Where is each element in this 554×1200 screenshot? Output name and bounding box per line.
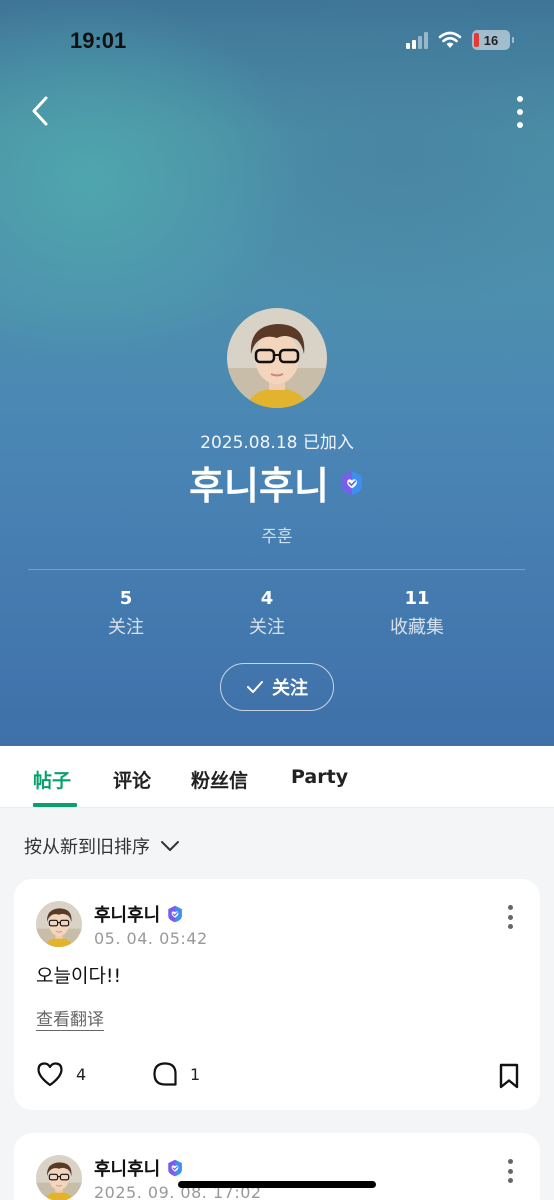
follow-button-label: 关注 [272, 678, 308, 699]
profile-name-row: 후니후니 [0, 455, 554, 510]
avatar[interactable] [36, 1155, 82, 1200]
heart-icon [37, 1062, 63, 1087]
post-author-name: 후니후니 [94, 1159, 161, 1180]
cellular-signal-icon [406, 31, 428, 49]
post-card[interactable]: 후니후니 05. 04. 05:42 오늘이다!! 查看翻译 4 1 [14, 879, 540, 1110]
stat-label: 关注 [249, 617, 285, 638]
comment-icon [153, 1062, 177, 1086]
tab-fan-letters[interactable]: 粉丝信 [191, 766, 248, 793]
profile-avatar [227, 308, 327, 408]
dot [517, 96, 523, 102]
dot [517, 122, 523, 128]
tab-party[interactable]: Party [291, 766, 348, 788]
stat-number: 5 [119, 588, 133, 609]
active-tab-indicator [33, 803, 77, 807]
dot [507, 905, 513, 910]
divider [28, 569, 525, 570]
like-count: 4 [76, 1064, 87, 1084]
bookmark-icon [499, 1063, 519, 1089]
dot [507, 1178, 513, 1183]
dot [507, 914, 513, 920]
more-options-button[interactable] [512, 96, 528, 128]
post-card[interactable]: 후니후니 2025. 09. 08. 17:02 [14, 1133, 540, 1200]
status-time: 19:01 [70, 28, 127, 53]
status-icons: 16 [406, 30, 514, 50]
comment-count: 1 [190, 1064, 201, 1084]
tab-comments[interactable]: 评论 [113, 766, 151, 793]
chevron-left-icon [32, 96, 48, 126]
dot [507, 1168, 513, 1174]
back-button[interactable] [26, 94, 56, 128]
post-more-button[interactable] [506, 905, 514, 929]
battery-icon: 16 [472, 30, 514, 50]
battery-level: 16 [483, 32, 499, 48]
profile-header: 19:01 16 2025.08.18 已加入 후니후니 주훈 5 关注 4 关… [0, 0, 554, 746]
post-author-name: 후니후니 [94, 905, 161, 926]
bookmark-button[interactable] [498, 1063, 520, 1093]
stat-collections[interactable]: 11 收藏集 [357, 588, 477, 639]
stat-number: 4 [260, 588, 274, 609]
like-button[interactable]: 4 [36, 1061, 86, 1087]
profile-tabs: 帖子 评论 粉丝信 Party [0, 746, 554, 808]
verified-badge-icon [341, 469, 363, 496]
tab-posts[interactable]: 帖子 [33, 766, 71, 793]
translate-link[interactable]: 查看翻译 [36, 1005, 104, 1030]
sort-dropdown[interactable]: 按从新到旧排序 [24, 833, 180, 859]
dot [517, 109, 523, 115]
chevron-down-icon [161, 841, 179, 851]
post-timestamp: 05. 04. 05:42 [94, 929, 208, 948]
wifi-icon [438, 31, 462, 48]
home-indicator [178, 1181, 376, 1188]
post-text: 오늘이다!! [36, 965, 122, 987]
profile-subname: 주훈 [261, 527, 293, 547]
post-author[interactable]: 후니후니 [94, 901, 184, 927]
stat-followers[interactable]: 4 关注 [207, 588, 327, 639]
stat-label: 收藏集 [390, 617, 444, 638]
sort-bar: 按从新到旧排序 [0, 809, 554, 879]
sort-label: 按从新到旧排序 [24, 837, 150, 858]
stat-number: 11 [404, 588, 430, 609]
post-more-button[interactable] [506, 1159, 514, 1183]
verified-badge-icon [167, 1159, 183, 1177]
verified-badge-icon [167, 905, 183, 923]
post-actions: 4 1 [36, 1061, 520, 1091]
profile-name: 후니후니 [189, 464, 329, 508]
comment-button[interactable]: 1 [152, 1061, 200, 1087]
avatar[interactable] [36, 901, 82, 947]
joined-date: 2025.08.18 已加入 [200, 433, 354, 453]
follow-button[interactable]: 关注 [220, 663, 334, 711]
stat-label: 关注 [108, 617, 144, 638]
check-icon [247, 681, 263, 693]
dot [507, 924, 513, 929]
post-author[interactable]: 후니후니 [94, 1155, 184, 1181]
dot [507, 1159, 513, 1164]
stat-following[interactable]: 5 关注 [66, 588, 186, 639]
